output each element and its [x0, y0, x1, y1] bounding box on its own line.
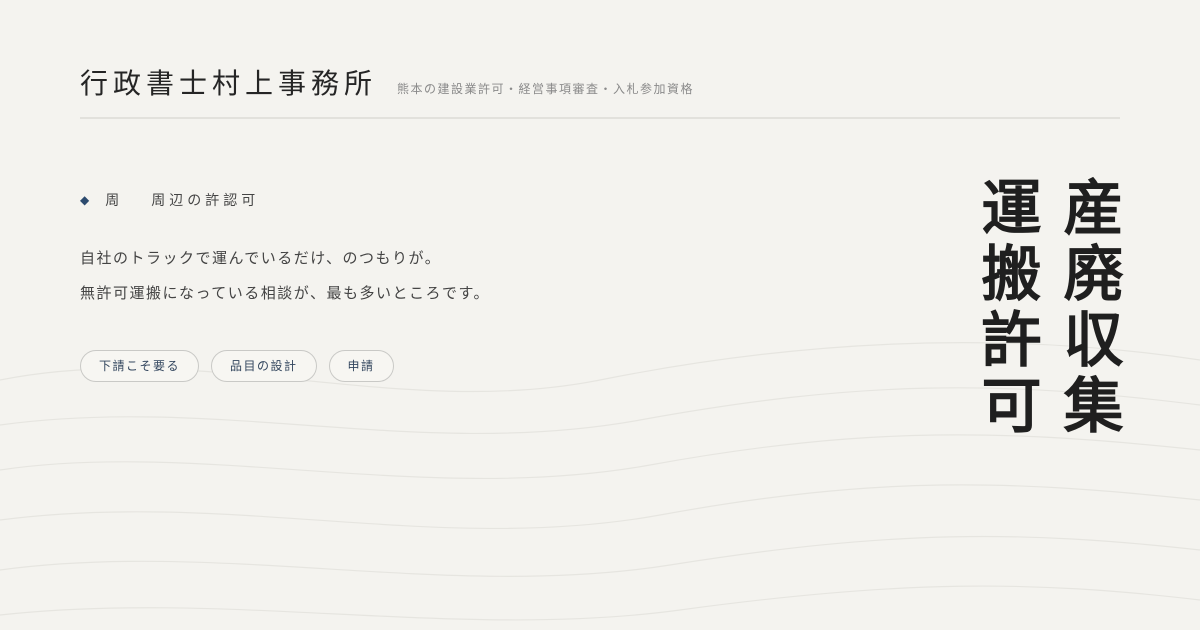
tag-chips: 下請こそ要る 品目の設計 申請 [80, 350, 394, 382]
description: 自社のトラックで運んでいるだけ、のつもりが。 無許可運搬になっている相談が、最も… [80, 248, 490, 318]
chip-subcontract[interactable]: 下請こそ要る [80, 350, 200, 382]
header-divider [80, 117, 1120, 119]
diamond-icon: ◆ [80, 193, 90, 207]
vertical-title: 産廃収集 運搬許可 [971, 176, 1123, 440]
tagline: 熊本の建設業許可・経営事項審査・入札参加資格 [397, 82, 695, 96]
description-line-1: 自社のトラックで運んでいるだけ、のつもりが。 [80, 249, 442, 267]
office-name: 行政書士村上事務所 [80, 67, 378, 100]
section-label-short: 周 [105, 193, 124, 209]
description-line-2: 無許可運搬になっている相談が、最も多いところです。 [80, 284, 490, 302]
chip-item-design[interactable]: 品目の設計 [211, 350, 317, 382]
section-heading: ◆ 周 周辺の許認可 [80, 190, 259, 210]
vertical-title-column-1: 産廃収集 [1053, 176, 1123, 440]
site-header: 行政書士村上事務所 熊本の建設業許可・経営事項審査・入札参加資格 [80, 62, 1120, 102]
chip-application[interactable]: 申請 [328, 350, 394, 382]
vertical-title-column-2: 運搬許可 [971, 176, 1041, 440]
og-card: 行政書士村上事務所 熊本の建設業許可・経営事項審査・入札参加資格 ◆ 周 周辺の… [0, 0, 1200, 630]
section-label-full: 周辺の許認可 [151, 193, 260, 209]
